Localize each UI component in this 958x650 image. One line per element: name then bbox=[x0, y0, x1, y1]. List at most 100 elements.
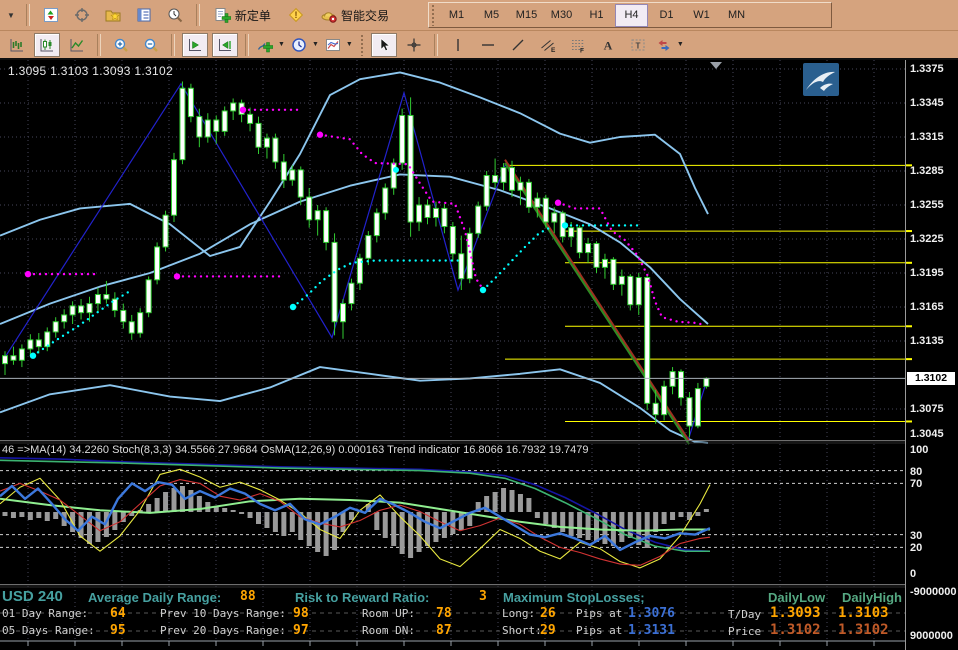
clock-search-icon bbox=[167, 7, 183, 23]
zoom-in-button[interactable] bbox=[108, 33, 134, 57]
tick-chart-button[interactable] bbox=[38, 3, 64, 27]
chart-shift-icon bbox=[217, 37, 233, 53]
prev10-value: 98 bbox=[293, 606, 309, 621]
prev10-label: Prev 10 Days Range: bbox=[160, 607, 286, 620]
indicators-button[interactable]: ▼ bbox=[256, 33, 286, 57]
periods-button[interactable]: ▼ bbox=[290, 33, 320, 57]
text-label-button[interactable]: T bbox=[625, 33, 651, 57]
rr-label: Risk to Reward Ratio: bbox=[295, 590, 429, 605]
crosshair-button[interactable] bbox=[401, 33, 427, 57]
short-sl-value: 29 bbox=[540, 623, 556, 638]
day-range-value: 64 bbox=[110, 606, 126, 621]
msl-label: Maximum StopLosses; bbox=[503, 590, 645, 605]
templates-button[interactable]: ▼ bbox=[324, 33, 354, 57]
toolbar-separator bbox=[97, 34, 101, 56]
timeframe-h4[interactable]: H4 bbox=[615, 4, 648, 27]
channel-icon: E bbox=[540, 37, 556, 53]
timeframe-mn[interactable]: MN bbox=[720, 4, 753, 27]
prev20-label: Prev 20 Days Range: bbox=[160, 624, 286, 637]
dropdown-caret-icon: ▼ bbox=[346, 41, 353, 48]
horizontal-line-button[interactable] bbox=[475, 33, 501, 57]
crosshair-icon bbox=[406, 37, 422, 53]
arrows-button[interactable]: ▼ bbox=[655, 33, 685, 57]
trendline-icon bbox=[510, 37, 526, 53]
symbol-label: USD 240 bbox=[2, 588, 63, 605]
tday-low-value: 1.3093 bbox=[770, 605, 821, 621]
tday-high-value: 1.3103 bbox=[838, 605, 889, 621]
toolbar-separator bbox=[171, 34, 175, 56]
new-order-icon bbox=[215, 7, 231, 23]
text-button[interactable]: A bbox=[595, 33, 621, 57]
room-up-value: 78 bbox=[436, 606, 452, 621]
folder-star-icon bbox=[105, 7, 121, 23]
equidistant-channel-button[interactable]: E bbox=[535, 33, 561, 57]
price-axis-label: 1.3195 bbox=[910, 267, 944, 279]
bar-chart-button[interactable] bbox=[4, 33, 30, 57]
fibonacci-button[interactable]: F bbox=[565, 33, 591, 57]
timeframe-m15[interactable]: M15 bbox=[510, 4, 543, 27]
timeframe-m1[interactable]: M1 bbox=[440, 4, 473, 27]
price-axis-label: 1.3255 bbox=[910, 199, 944, 211]
cursor-button[interactable] bbox=[371, 33, 397, 57]
zoom-in-icon bbox=[113, 37, 129, 53]
indicator-header: 46 =>MA(14) 34.2260 Stoch(8,3,3) 34.5566… bbox=[2, 444, 588, 456]
indicator-axis-label: 20 bbox=[910, 542, 922, 554]
timeframe-m5[interactable]: M5 bbox=[475, 4, 508, 27]
zoom-out-button[interactable] bbox=[138, 33, 164, 57]
timeframe-m30[interactable]: M30 bbox=[545, 4, 578, 27]
toolbar-grip[interactable] bbox=[431, 4, 436, 26]
indicator-axis-label: 100 bbox=[910, 444, 928, 456]
auto-scroll-icon bbox=[187, 37, 203, 53]
long-sl-value: 26 bbox=[540, 606, 556, 621]
line-chart-button[interactable] bbox=[64, 33, 90, 57]
toolbar-grip[interactable] bbox=[360, 34, 365, 56]
strategy-tester-button[interactable] bbox=[162, 3, 188, 27]
short-label: Short: bbox=[502, 624, 542, 637]
daily-low-label: DailyLow bbox=[768, 590, 825, 605]
target-icon bbox=[74, 7, 90, 23]
long-price-value: 1.3076 bbox=[628, 606, 675, 621]
price-axis-label: 1.3315 bbox=[910, 131, 944, 143]
long-label: Long: bbox=[502, 607, 535, 620]
templates-icon bbox=[325, 37, 341, 53]
pips-at-short-label: Pips at bbox=[576, 624, 622, 637]
toolbar-separator bbox=[196, 4, 200, 26]
chart-shift-button[interactable] bbox=[212, 33, 238, 57]
profile-dropdown-caret[interactable]: ▼ bbox=[4, 11, 18, 20]
market-watch-button[interactable] bbox=[69, 3, 95, 27]
toolbar-separator bbox=[245, 34, 249, 56]
text-icon: A bbox=[600, 37, 616, 53]
new-order-button[interactable]: 新定单 bbox=[208, 3, 278, 27]
chart-canvas[interactable] bbox=[0, 0, 958, 650]
timeframe-h1[interactable]: H1 bbox=[580, 4, 613, 27]
price-axis-label: 1.3135 bbox=[910, 335, 944, 347]
indicator-axis-label: 30 bbox=[910, 530, 922, 542]
broker-logo-watermark bbox=[803, 63, 839, 96]
adr-label: Average Daily Range: bbox=[88, 590, 221, 605]
terminal-button[interactable] bbox=[131, 3, 157, 27]
short-price-value: 1.3131 bbox=[628, 623, 675, 638]
price-axis-label: 1.3375 bbox=[910, 63, 944, 75]
toolbar-main: ▼ 新定单!智能交易 M1M5M15M30H1H4D1W1MN bbox=[0, 0, 958, 31]
candlestick-chart-button[interactable] bbox=[34, 33, 60, 57]
ohlc-readout: 1.3095 1.3103 1.3093 1.3102 bbox=[8, 64, 173, 78]
navigator-favorites-button[interactable] bbox=[100, 3, 126, 27]
indicators-icon bbox=[257, 37, 273, 53]
svg-text:T: T bbox=[635, 41, 640, 50]
hline-icon bbox=[480, 37, 496, 53]
toolbar-separator bbox=[434, 34, 438, 56]
vline-icon bbox=[450, 37, 466, 53]
dropdown-caret-icon: ▼ bbox=[278, 41, 285, 48]
dropdown-caret-icon: ▼ bbox=[312, 41, 319, 48]
alert-button[interactable]: ! bbox=[283, 3, 309, 27]
vertical-line-button[interactable] bbox=[445, 33, 471, 57]
timeframe-w1[interactable]: W1 bbox=[685, 4, 718, 27]
svg-text:F: F bbox=[580, 47, 584, 53]
indicator-axis-label: 80 bbox=[910, 466, 922, 478]
timeframe-d1[interactable]: D1 bbox=[650, 4, 683, 27]
room-dn-label: Room DN: bbox=[362, 624, 415, 637]
trendline-button[interactable] bbox=[505, 33, 531, 57]
expert-advisors-button[interactable]: 智能交易 bbox=[314, 3, 396, 27]
price-axis-label: 1.3075 bbox=[910, 403, 944, 415]
auto-scroll-button[interactable] bbox=[182, 33, 208, 57]
